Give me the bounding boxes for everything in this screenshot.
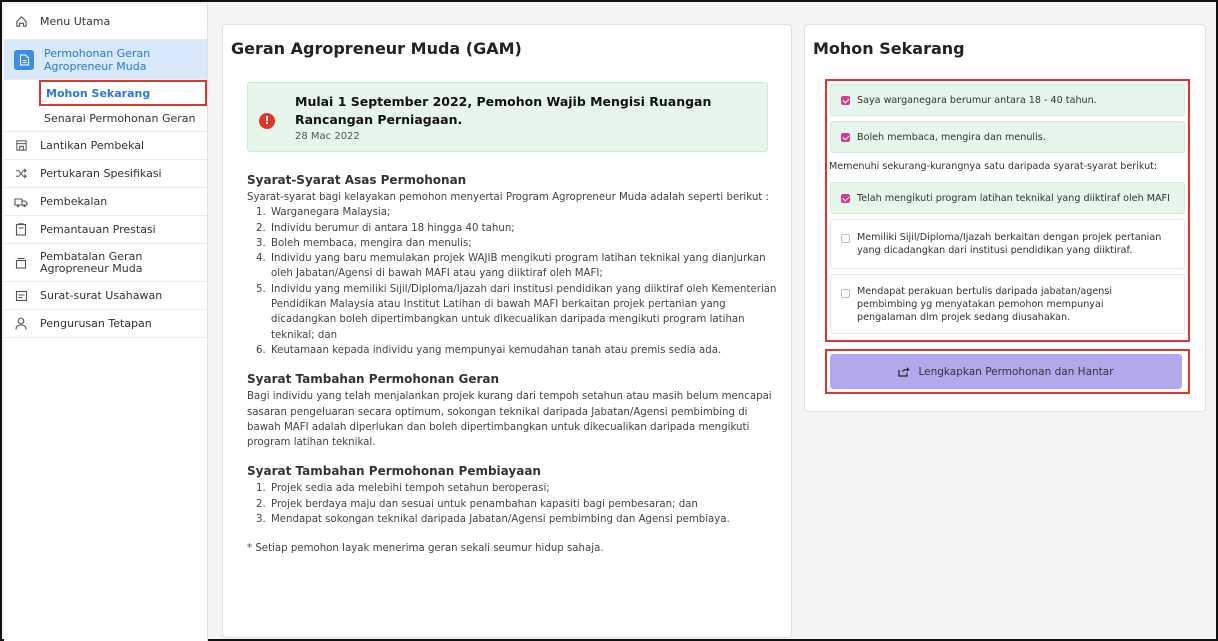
apply-title: Mohon Sekarang — [813, 39, 965, 58]
grant-info-card: Geran Agropreneur Muda (GAM) ! Mulai 1 S… — [222, 24, 792, 638]
sidebar: Menu Utama Permohonan Geran Agropreneur … — [4, 4, 208, 641]
section-title-basic: Syarat-Syarat Asas Permohonan — [247, 173, 467, 187]
sidebar-item-menu-utama[interactable]: Menu Utama — [4, 4, 207, 40]
section-intro: Syarat-syarat bagi kelayakan pemohon men… — [247, 192, 769, 203]
basic-requirements-list: Warganegara Malaysia; Individu berumur d… — [247, 205, 777, 358]
clipboard-icon — [14, 223, 28, 237]
financing-requirements-list: Projek sedia ada melebihi tempoh setahun… — [247, 481, 777, 527]
sidebar-item-lantikan-pembekal[interactable]: Lantikan Pembekal — [4, 132, 207, 160]
document-icon — [14, 49, 34, 70]
app-frame: Menu Utama Permohonan Geran Agropreneur … — [0, 0, 1218, 641]
section-title-financing: Syarat Tambahan Permohonan Pembiayaan — [247, 464, 541, 479]
list-item: Boleh membaca, mengira dan menulis; — [269, 236, 777, 251]
list-item: Projek berdaya maju dan sesuai untuk pen… — [269, 497, 777, 512]
sub-item-label: Senarai Permohonan Geran — [44, 112, 196, 125]
sidebar-item-label: Lantikan Pembekal — [40, 139, 145, 152]
submit-highlight — [825, 349, 1190, 394]
footnote: * Setiap pemohon layak menerima geran se… — [247, 543, 604, 555]
truck-icon — [14, 195, 28, 209]
sidebar-item-pembatalan-geran[interactable]: Pembatalan Geran Agropreneur Muda — [4, 244, 207, 282]
sub-item-mohon-sekarang[interactable]: Mohon Sekarang — [39, 80, 207, 106]
sidebar-item-label: Pembekalan — [40, 195, 108, 208]
sidebar-item-label: Pertukaran Spesifikasi — [40, 167, 162, 180]
sidebar-item-pembekalan[interactable]: Pembekalan — [4, 188, 207, 216]
sidebar-item-label: Menu Utama — [40, 15, 111, 28]
mail-icon — [14, 289, 28, 303]
list-item: Mendapat sokongan teknikal daripada Jaba… — [269, 512, 777, 527]
exclamation-icon: ! — [259, 113, 275, 129]
checklist-highlight — [825, 79, 1190, 342]
sidebar-item-label: Pemantauan Prestasi — [40, 223, 156, 236]
list-item: Individu berumur di antara 18 hingga 40 … — [269, 221, 777, 236]
section-intro: Bagi individu yang telah menjalankan pro… — [247, 391, 772, 449]
notice-alert: ! Mulai 1 September 2022, Pemohon Wajib … — [247, 82, 768, 152]
sidebar-item-pengurusan-tetapan[interactable]: Pengurusan Tetapan — [4, 310, 207, 338]
list-item: Individu yang memiliki Sijil/Diploma/Ija… — [269, 282, 777, 343]
sidebar-item-label: Permohonan Geran Agropreneur Muda — [44, 46, 151, 73]
sidebar-item-pemantauan-prestasi[interactable]: Pemantauan Prestasi — [4, 216, 207, 244]
requirements-content: Syarat-Syarat Asas Permohonan Syarat-sya… — [247, 173, 777, 557]
sidebar-item-surat-usahawan[interactable]: Surat-surat Usahawan — [4, 282, 207, 310]
list-item: Keutamaan kepada individu yang mempunyai… — [269, 343, 777, 358]
page-title: Geran Agropreneur Muda (GAM) — [231, 39, 522, 58]
section-title-grant: Syarat Tambahan Permohonan Geran — [247, 372, 500, 387]
store-icon — [14, 139, 28, 153]
alert-title: Mulai 1 September 2022, Pemohon Wajib Me… — [295, 94, 712, 127]
sidebar-item-pertukaran-spesifikasi[interactable]: Pertukaran Spesifikasi — [4, 160, 207, 188]
sidebar-item-label: Pembatalan Geran Agropreneur Muda — [40, 249, 143, 275]
home-icon — [14, 15, 28, 29]
list-item: Projek sedia ada melebihi tempoh setahun… — [269, 481, 777, 496]
list-item: Warganegara Malaysia; — [269, 205, 777, 220]
sidebar-item-label: Surat-surat Usahawan — [40, 289, 163, 302]
sidebar-item-label: Pengurusan Tetapan — [40, 317, 152, 330]
archive-icon — [14, 256, 28, 270]
list-item: Individu yang baru memulakan projek WAJI… — [269, 251, 777, 282]
sub-item-senarai-permohonan[interactable]: Senarai Permohonan Geran — [4, 106, 207, 132]
user-icon — [14, 317, 28, 331]
alert-date: 28 Mac 2022 — [295, 131, 360, 142]
sidebar-item-permohonan-geran[interactable]: Permohonan Geran Agropreneur Muda — [4, 40, 207, 80]
shuffle-icon — [14, 167, 28, 181]
sub-item-label: Mohon Sekarang — [46, 86, 151, 100]
